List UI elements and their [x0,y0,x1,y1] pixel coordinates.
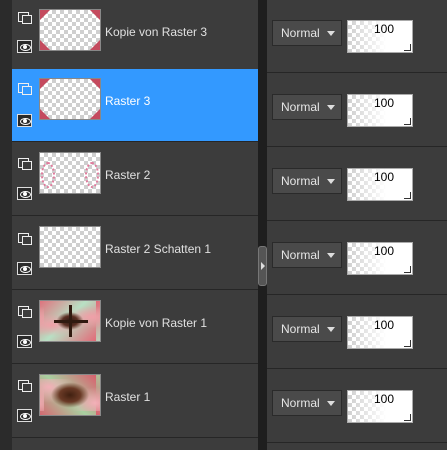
layer-name[interactable]: Raster 2 Schatten 1 [105,217,211,290]
layer-name[interactable]: Raster 1 [105,365,150,438]
layer-row[interactable]: Kopie von Raster 1 [12,291,258,364]
layer-thumbnail [39,226,101,268]
layer-thumbnail [39,374,101,416]
opacity-field[interactable]: 100 [347,242,413,275]
opacity-value: 100 [373,318,394,332]
splitter-expand-handle[interactable] [258,246,267,286]
layer-group-icon[interactable] [18,380,32,392]
layer-name[interactable]: Kopie von Raster 1 [105,291,207,364]
blend-mode-label: Normal [281,248,320,262]
layer-name[interactable]: Kopie von Raster 3 [105,0,207,73]
layer-group-icon[interactable] [18,12,32,24]
opacity-value: 100 [373,22,394,36]
blend-mode-dropdown[interactable]: Normal [272,94,342,120]
layer-properties-row: Normal 100 [267,0,447,73]
opacity-value: 100 [373,170,394,184]
layer-properties-row: Normal 100 [267,74,447,147]
layer-properties-row: Normal 100 [267,296,447,369]
chevron-down-icon [327,31,335,36]
resize-grip-icon [404,414,411,421]
opacity-field[interactable]: 100 [347,316,413,349]
layer-row[interactable]: Raster 2 Schatten 1 [12,217,258,290]
opacity-value: 100 [373,244,394,258]
chevron-down-icon [327,179,335,184]
blend-mode-dropdown[interactable]: Normal [272,168,342,194]
panel-left-edge [0,0,12,450]
blend-mode-dropdown[interactable]: Normal [272,20,342,46]
blend-mode-label: Normal [281,396,320,410]
layers-panel: Kopie von Raster 3 Raster 3 Raster 2 Ras… [0,0,447,450]
eye-icon[interactable] [17,114,32,127]
layer-row[interactable]: Raster 1 [12,365,258,438]
opacity-value: 100 [373,392,394,406]
opacity-field[interactable]: 100 [347,168,413,201]
blend-mode-label: Normal [281,26,320,40]
resize-grip-icon [404,266,411,273]
layer-row-selected[interactable]: Raster 3 [12,69,258,142]
layer-group-icon[interactable] [18,83,32,95]
eye-icon[interactable] [17,409,32,422]
opacity-field[interactable]: 100 [347,390,413,423]
layer-thumbnail [39,78,101,120]
layer-properties-row: Normal 100 [267,222,447,295]
resize-grip-icon [404,118,411,125]
blend-mode-dropdown[interactable]: Normal [272,390,342,416]
layer-thumbnail [39,152,101,194]
opacity-field[interactable]: 100 [347,94,413,127]
layer-name[interactable]: Raster 3 [105,69,150,142]
column-splitter[interactable] [258,0,267,450]
layer-row[interactable]: Kopie von Raster 3 [12,0,258,73]
chevron-down-icon [327,401,335,406]
opacity-value: 100 [373,96,394,110]
chevron-down-icon [327,327,335,332]
layer-name[interactable]: Raster 2 [105,143,150,216]
eye-icon[interactable] [17,335,32,348]
layer-row[interactable]: Raster 2 [12,143,258,216]
layer-thumbnail [39,300,101,342]
blend-mode-dropdown[interactable]: Normal [272,316,342,342]
chevron-down-icon [327,253,335,258]
blend-mode-label: Normal [281,174,320,188]
resize-grip-icon [404,340,411,347]
layer-thumbnail [39,9,101,51]
blend-mode-label: Normal [281,100,320,114]
layer-group-icon[interactable] [18,233,32,245]
layer-properties-row: Normal 100 [267,370,447,443]
eye-icon[interactable] [17,187,32,200]
layer-group-icon[interactable] [18,306,32,318]
layer-properties-row: Normal 100 [267,148,447,221]
blend-mode-label: Normal [281,322,320,336]
chevron-down-icon [327,105,335,110]
resize-grip-icon [404,192,411,199]
resize-grip-icon [404,44,411,51]
layer-group-icon[interactable] [18,158,32,170]
opacity-field[interactable]: 100 [347,20,413,53]
eye-icon[interactable] [17,40,32,53]
blend-mode-dropdown[interactable]: Normal [272,242,342,268]
eye-icon[interactable] [17,262,32,275]
